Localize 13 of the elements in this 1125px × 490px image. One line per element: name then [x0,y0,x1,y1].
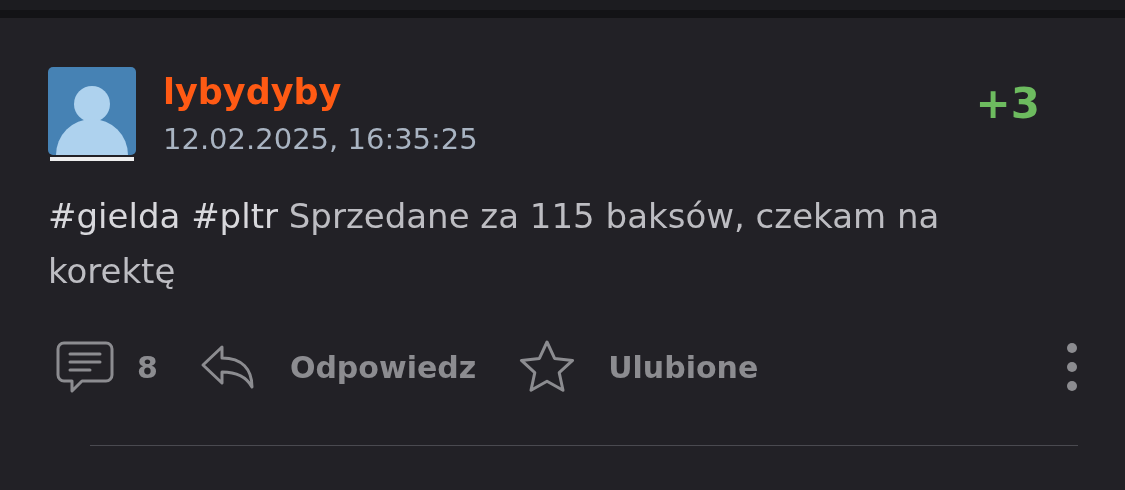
favorite-button[interactable]: Ulubione [518,339,759,395]
reply-button[interactable]: Odpowiedz [199,344,477,390]
hashtag-link[interactable]: #gielda [48,196,181,236]
hashtag-link[interactable]: #pltr [191,196,278,236]
more-options-button[interactable] [1066,342,1078,392]
timestamp: 12.02.2025, 16:35:25 [163,121,478,158]
post-text: #gielda #pltr Sprzedane za 115 baksów, czekam na korektę [48,195,941,293]
username[interactable]: lybydyby [163,67,478,117]
comment-count: 8 [137,349,158,385]
avatar-icon[interactable] [48,67,136,161]
star-icon[interactable] [518,339,577,395]
comment-icon[interactable] [56,341,114,393]
vote-score: +3 [975,79,1040,128]
